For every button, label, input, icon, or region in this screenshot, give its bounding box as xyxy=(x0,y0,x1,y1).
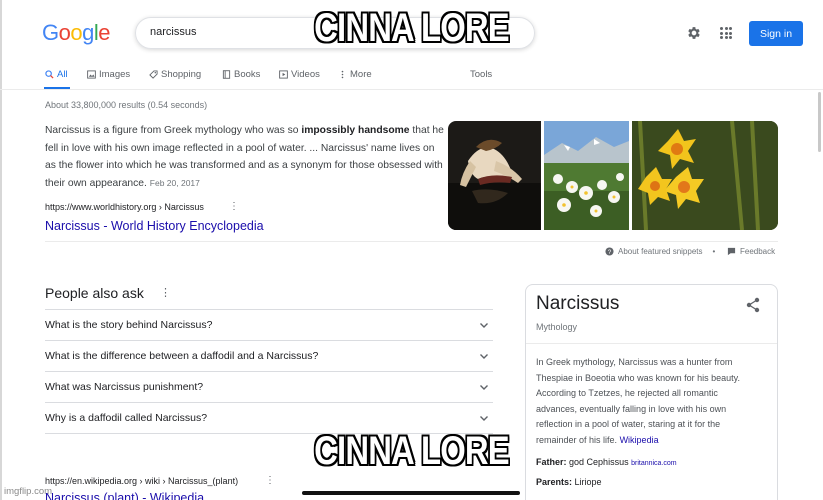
tab-label: Shopping xyxy=(161,69,202,80)
kebab-icon xyxy=(341,70,344,79)
scrollbar-thumb[interactable] xyxy=(818,92,821,152)
featured-images[interactable] xyxy=(448,121,778,230)
result-title-link[interactable]: Narcissus - World History Encyclopedia xyxy=(45,219,264,233)
tab-all[interactable]: All xyxy=(45,69,68,80)
about-featured-snippets-link[interactable]: ? About featured snippets • xyxy=(605,247,715,256)
chevron-down-icon xyxy=(480,416,488,421)
paa-question[interactable]: What is the difference between a daffodi… xyxy=(45,340,493,371)
knowledge-panel-subtitle: Mythology xyxy=(536,322,578,332)
result-menu-icon[interactable]: ⋮ xyxy=(265,475,275,486)
knowledge-panel-title: Narcissus xyxy=(536,293,620,314)
paa-question[interactable]: What is the story behind Narcissus? xyxy=(45,309,493,340)
chevron-down-icon xyxy=(480,354,488,359)
help-icon: ? xyxy=(605,247,614,256)
people-also-ask-title: People also ask xyxy=(45,285,144,301)
feedback-link[interactable]: Feedback xyxy=(727,247,775,256)
tab-books[interactable]: Books xyxy=(222,69,260,80)
result-url[interactable]: https://www.worldhistory.org › Narcissus xyxy=(45,202,204,212)
imgflip-watermark: imgflip.com xyxy=(4,486,53,497)
paa-question-text: What is the difference between a daffodi… xyxy=(45,350,319,362)
home-indicator-bar[interactable] xyxy=(302,491,520,495)
result-menu-icon[interactable]: ⋮ xyxy=(229,201,239,212)
feedback-icon xyxy=(727,247,736,256)
search-tabs: All Images Shopping Books Videos More To… xyxy=(0,66,823,90)
active-tab-indicator xyxy=(44,87,70,89)
kp-parents-row: Parents: Liriope xyxy=(536,477,602,487)
chevron-down-icon xyxy=(480,323,488,328)
share-icon[interactable] xyxy=(745,297,761,313)
result-url[interactable]: https://en.wikipedia.org › wiki › Narcis… xyxy=(45,476,238,486)
knowledge-panel-divider xyxy=(526,343,777,344)
logo-letter: o xyxy=(58,20,71,45)
about-label: About featured snippets xyxy=(618,247,703,256)
book-icon xyxy=(222,70,231,79)
snippet-date: Feb 20, 2017 xyxy=(149,177,200,188)
meme-bottom-caption: CINNA LORE xyxy=(314,429,509,473)
search-icon xyxy=(45,70,54,79)
meme-top-caption: CINNA LORE xyxy=(314,6,509,50)
tag-icon xyxy=(149,70,158,79)
results-stats: About 33,800,000 results (0.54 seconds) xyxy=(45,100,208,110)
tab-label: More xyxy=(350,69,372,80)
sign-in-button[interactable]: Sign in xyxy=(749,21,803,46)
kp-parents-value[interactable]: Liriope xyxy=(575,477,602,487)
tab-label: Images xyxy=(99,69,131,80)
narcissus-painting-image[interactable] xyxy=(448,121,541,230)
result-title-link[interactable]: Narcissus (plant) - Wikipedia xyxy=(45,491,204,500)
play-icon xyxy=(279,70,288,79)
paa-question[interactable]: What was Narcissus punishment? xyxy=(45,371,493,402)
image-icon xyxy=(87,70,96,79)
tab-label: Tools xyxy=(470,69,493,80)
paa-question-text: Why is a daffodil called Narcissus? xyxy=(45,412,208,424)
white-narcissus-flowers-image[interactable] xyxy=(544,121,629,230)
paa-question-text: What was Narcissus punishment? xyxy=(45,381,204,393)
svg-text:?: ? xyxy=(608,249,612,256)
kp-parents-label: Parents: xyxy=(536,477,573,487)
paa-question-text: What is the story behind Narcissus? xyxy=(45,319,213,331)
tab-label: Books xyxy=(234,69,261,80)
tab-shopping[interactable]: Shopping xyxy=(149,69,201,80)
logo-letter: G xyxy=(42,20,59,45)
tab-tools[interactable]: Tools xyxy=(470,69,492,80)
tab-label: Videos xyxy=(291,69,320,80)
tab-more[interactable]: More xyxy=(338,69,372,80)
snippet-divider xyxy=(45,241,778,242)
separator-dot: • xyxy=(712,247,716,256)
paa-menu-icon[interactable]: ⋮ xyxy=(160,286,171,299)
featured-snippet-text: Narcissus is a figure from Greek mytholo… xyxy=(45,122,445,192)
feedback-label: Feedback xyxy=(740,247,776,256)
tab-label: All xyxy=(57,69,68,80)
tab-videos[interactable]: Videos xyxy=(279,69,320,80)
daffodil-flowers-image[interactable] xyxy=(632,121,778,230)
chevron-down-icon xyxy=(480,385,488,390)
snippet-bold-text: impossibly handsome xyxy=(301,125,410,136)
tab-images[interactable]: Images xyxy=(87,69,130,80)
snippet-text-before: Narcissus is a figure from Greek mytholo… xyxy=(45,125,302,136)
